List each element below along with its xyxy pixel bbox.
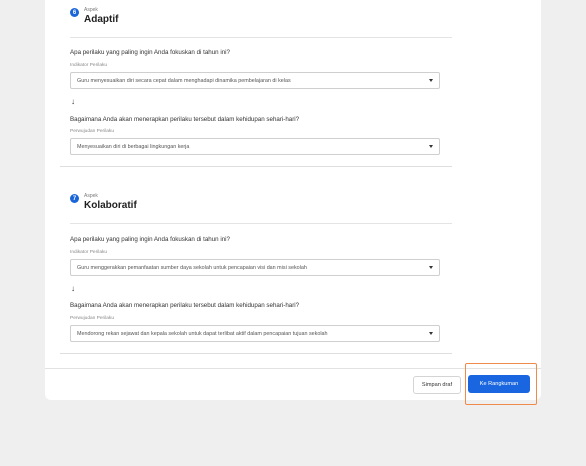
chevron-down-icon — [429, 145, 433, 148]
perwujudan-select[interactable]: Menyesuaikan diri di berbagai lingkungan… — [70, 138, 440, 155]
perwujudan-value: Mendorong rekan sejawat dan kepala sekol… — [77, 331, 328, 337]
indikator-select[interactable]: Guru menyesuaikan diri secara cepat dala… — [70, 72, 440, 89]
go-to-summary-button[interactable]: Ke Rangkuman — [468, 375, 530, 393]
chevron-down-icon — [429, 79, 433, 82]
aspek-label: Aspek — [84, 193, 98, 199]
section-divider — [70, 37, 452, 38]
question-focus: Apa perilaku yang paling ingin Anda foku… — [70, 236, 230, 243]
chevron-down-icon — [429, 266, 433, 269]
indikator-value: Guru menggerakkan pemanfaatan sumber day… — [77, 265, 307, 271]
indikator-select[interactable]: Guru menggerakkan pemanfaatan sumber day… — [70, 259, 440, 276]
section-title: Kolaboratif — [84, 200, 137, 211]
aspek-label: Aspek — [84, 7, 98, 13]
perwujudan-label: Perwujudan Perilaku — [70, 316, 114, 321]
arrow-down-icon: ↓ — [71, 97, 75, 106]
indikator-label: Indikator Perilaku — [70, 250, 108, 255]
indikator-value: Guru menyesuaikan diri secara cepat dala… — [77, 78, 291, 84]
question-focus: Apa perilaku yang paling ingin Anda foku… — [70, 49, 230, 56]
section-divider — [70, 223, 452, 224]
question-apply: Bagaimana Anda akan menerapkan perilaku … — [70, 116, 300, 123]
aspect-section-adaptif: 6 Aspek Adaptif Apa perilaku yang paling… — [60, 0, 452, 167]
section-title: Adaptif — [84, 14, 119, 25]
section-number-badge: 7 — [70, 194, 79, 203]
chevron-down-icon — [429, 332, 433, 335]
save-draft-button[interactable]: Simpan draf — [413, 376, 461, 394]
aspect-section-kolaboratif: 7 Aspek Kolaboratif Apa perilaku yang pa… — [60, 184, 452, 354]
indikator-label: Indikator Perilaku — [70, 63, 108, 68]
perwujudan-select[interactable]: Mendorong rekan sejawat dan kepala sekol… — [70, 325, 440, 342]
arrow-down-icon: ↓ — [71, 284, 75, 293]
perwujudan-value: Menyesuaikan diri di berbagai lingkungan… — [77, 144, 190, 150]
perwujudan-label: Perwujudan Perilaku — [70, 129, 114, 134]
section-number-badge: 6 — [70, 8, 79, 17]
question-apply: Bagaimana Anda akan menerapkan perilaku … — [70, 302, 300, 309]
